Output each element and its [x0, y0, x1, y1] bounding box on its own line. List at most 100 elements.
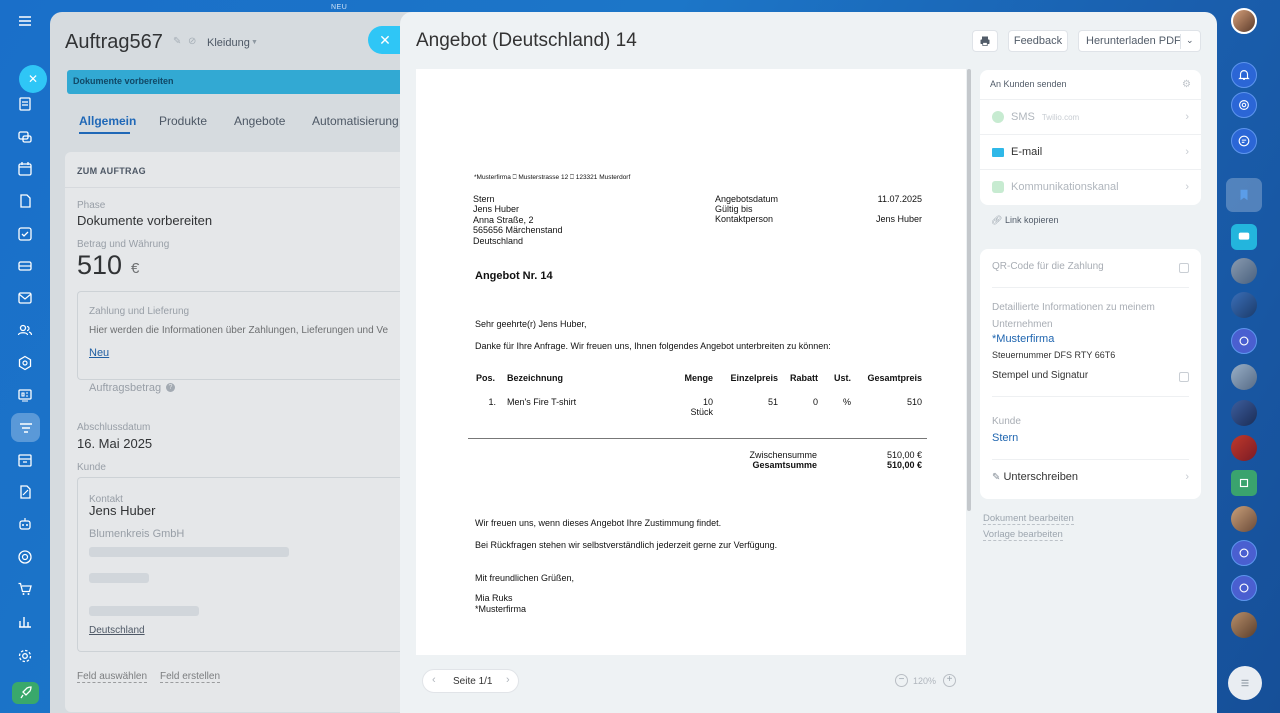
bell-icon[interactable] — [1231, 62, 1257, 88]
contact-avatar-4[interactable] — [1231, 400, 1257, 426]
signature-icon[interactable] — [13, 480, 37, 504]
download-pdf-button[interactable]: Herunterladen PDF ⌄ — [1078, 30, 1201, 52]
drive-icon[interactable] — [13, 254, 37, 278]
tab-automatisierung[interactable]: Automatisierung — [312, 114, 399, 128]
contact-person: Jens Huber — [875, 214, 922, 224]
chevron-down-icon[interactable]: ⌄ — [1186, 35, 1194, 46]
sites-icon[interactable] — [13, 383, 37, 407]
chevron-down-icon[interactable]: ▼ — [251, 39, 258, 46]
feedback-button[interactable]: Feedback — [1008, 30, 1068, 52]
table-bottom-line — [468, 438, 927, 439]
edit-document-link[interactable]: Dokument bearbeiten — [983, 513, 1074, 525]
close-icon[interactable]: ✕ — [19, 65, 47, 93]
close-slider-button[interactable]: ✕ — [368, 26, 402, 54]
documents-icon[interactable] — [13, 189, 37, 213]
select-field-link[interactable]: Feld auswählen — [77, 671, 148, 683]
chat-bubble-icon[interactable] — [1231, 224, 1257, 250]
list-menu-icon[interactable] — [1228, 666, 1262, 700]
tab-produkte[interactable]: Produkte — [159, 114, 207, 128]
crm-funnel-icon[interactable] — [11, 413, 40, 442]
deal-category[interactable]: Kleidung — [207, 37, 250, 49]
stage-bar-label: Dokumente vorbereiten — [73, 76, 174, 86]
stamp-checkbox[interactable] — [1179, 372, 1189, 382]
item-pos: 1. — [488, 397, 496, 407]
copy-link-label: Link kopieren — [1004, 215, 1059, 225]
contact-avatar-7[interactable] — [1231, 612, 1257, 638]
print-button[interactable] — [972, 30, 998, 52]
settings-gear-icon[interactable] — [13, 644, 37, 668]
copilot-chat-icon-3[interactable] — [1231, 575, 1257, 601]
closing-2: Bei Rückfragen stehen wir selbstverständ… — [475, 540, 778, 550]
hexagon-icon[interactable] — [13, 351, 37, 375]
hamburger-menu-icon[interactable] — [13, 9, 37, 33]
contact-avatar-2[interactable] — [1231, 292, 1257, 318]
zoom-in-icon[interactable]: + — [943, 674, 956, 687]
tasks-icon[interactable] — [13, 222, 37, 246]
contact-name[interactable]: Jens Huber — [89, 503, 155, 518]
feed-icon[interactable] — [13, 92, 37, 116]
edit-template-link[interactable]: Vorlage bearbeiten — [983, 529, 1063, 541]
document-preview: *Musterfirma ⎕ Musterstrasse 12 ⎕ 123321… — [416, 69, 966, 655]
sms-label: SMS — [1011, 111, 1035, 123]
copilot-icon[interactable] — [1231, 92, 1257, 118]
user-avatar[interactable] — [1231, 8, 1257, 34]
link-icon[interactable]: ⊘ — [188, 36, 196, 47]
store-icon[interactable] — [13, 448, 37, 472]
target-icon[interactable] — [13, 545, 37, 569]
copilot-chat-icon-2[interactable] — [1231, 540, 1257, 566]
download-divider — [1180, 34, 1181, 49]
next-page-icon[interactable]: › — [506, 674, 510, 686]
send-channel-row[interactable]: Kommunikationskanal › — [980, 169, 1201, 204]
zoom-out-icon[interactable]: − — [895, 674, 908, 687]
analytics-icon[interactable] — [13, 609, 37, 633]
client-label: Kunde — [77, 462, 106, 473]
blurred-email — [89, 573, 149, 583]
envelope-icon — [992, 147, 1004, 157]
blurred-address — [89, 606, 199, 616]
create-field-link[interactable]: Feld erstellen — [160, 671, 221, 683]
item-price: 51 — [767, 397, 778, 407]
new-link[interactable]: Neu — [89, 347, 109, 359]
tab-allgemein[interactable]: Allgemein — [79, 114, 136, 128]
prev-page-icon[interactable]: ‹ — [432, 674, 436, 686]
chat-icon[interactable] — [13, 125, 37, 149]
sign-row[interactable]: ✎ Unterschreiben › — [992, 471, 1189, 489]
contact-avatar-1[interactable] — [1231, 258, 1257, 284]
settings-card: QR-Code für die Zahlung Detaillierte Inf… — [980, 249, 1201, 499]
cart-icon[interactable] — [13, 577, 37, 601]
send-email-row[interactable]: E-mail › — [980, 134, 1201, 169]
order-amount-label: Auftragsbetrag — [89, 382, 162, 394]
stamp-label: Stempel und Signatur — [992, 370, 1089, 381]
robot-icon[interactable] — [13, 512, 37, 536]
chevron-right-icon: › — [1185, 111, 1189, 123]
th-total: Gesamtpreis — [867, 373, 922, 383]
calendar-icon[interactable] — [13, 157, 37, 181]
company-link[interactable]: *Musterfirma — [992, 333, 1054, 345]
help-icon[interactable]: ? — [166, 383, 175, 392]
stage-bar[interactable]: Dokumente vorbereiten — [67, 70, 420, 94]
qr-checkbox[interactable] — [1179, 263, 1189, 273]
message-icon[interactable] — [1231, 128, 1257, 154]
contacts-icon[interactable] — [13, 318, 37, 342]
client-value[interactable]: Stern — [992, 432, 1018, 444]
channel-icon — [992, 181, 1004, 193]
send-settings-gear-icon[interactable]: ⚙ — [1182, 79, 1191, 90]
contact-avatar-5[interactable] — [1231, 435, 1257, 461]
copilot-chat-icon[interactable] — [1231, 328, 1257, 354]
send-sms-row[interactable]: SMS Twilio.com › — [980, 99, 1201, 134]
copy-link-button[interactable]: 🔗︎ Link kopieren — [991, 215, 1059, 226]
bookmark-icon[interactable] — [1226, 178, 1262, 212]
rocket-icon[interactable] — [12, 682, 39, 704]
country-link[interactable]: Deutschland — [89, 625, 145, 636]
edit-pencil-icon[interactable]: ✎ — [173, 36, 181, 47]
app-icon[interactable] — [1231, 470, 1257, 496]
document-scrollbar[interactable] — [967, 69, 971, 511]
company-name[interactable]: Blumenkreis GmbH — [89, 528, 184, 540]
mail-icon[interactable] — [13, 286, 37, 310]
total-label: Gesamtsumme — [752, 460, 817, 470]
contact-avatar-6[interactable] — [1231, 506, 1257, 532]
contact-avatar-3[interactable] — [1231, 364, 1257, 390]
tab-angebote[interactable]: Angebote — [234, 114, 285, 128]
recipient-line-1: Stern — [473, 194, 495, 204]
section-title: ZUM AUFTRAG — [77, 166, 146, 176]
